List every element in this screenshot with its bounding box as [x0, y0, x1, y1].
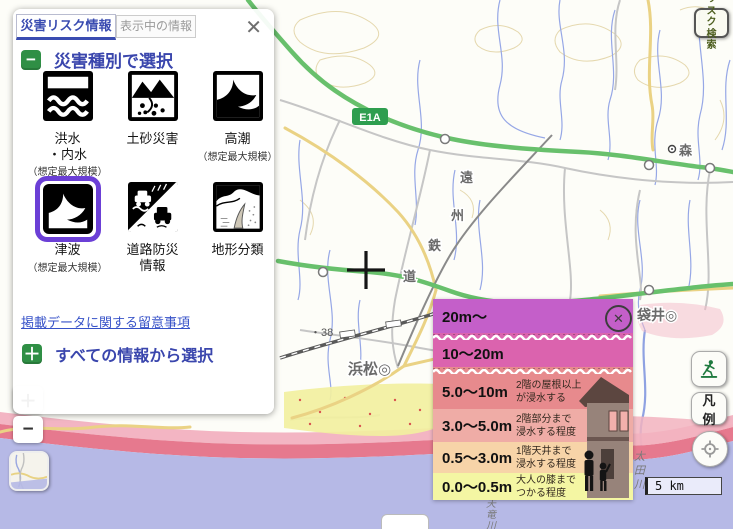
tsunami-depth-legend: 20m～ 10～20m 5.0～10m 2階の屋根以上 が浸水する 3.0～5.…	[433, 299, 633, 500]
collapse-icon[interactable]: −	[21, 50, 41, 70]
legend-range: 0.5～3.0m	[433, 447, 516, 468]
svg-text:太: 太	[634, 450, 646, 463]
running-person-icon	[698, 355, 720, 383]
road-disaster-icon	[128, 182, 178, 232]
hazard-tsunami[interactable]: 津波 （想定最大規模）	[25, 182, 110, 274]
hazard-grid: 洪水 ・内水 （想定最大規模） 土砂災害	[25, 71, 265, 274]
town-symbol-mori	[669, 146, 676, 153]
hazard-label: 地形分類	[195, 242, 280, 258]
tab-disaster-risk[interactable]: 災害リスク情報	[16, 14, 116, 40]
data-notice-link[interactable]: 掲載データに関する留意事項	[21, 312, 190, 331]
landslide-icon	[128, 71, 178, 121]
section-header: − 災害種別で選択	[21, 47, 173, 72]
svg-text:州: 州	[450, 208, 464, 223]
svg-text:遠: 遠	[460, 170, 473, 185]
legend-wave-separator	[433, 367, 633, 374]
hazard-label: 津波	[25, 242, 110, 258]
label-elevation: ・38	[310, 327, 333, 339]
hazard-label: 土砂災害	[110, 131, 195, 147]
svg-text:竜: 竜	[486, 509, 497, 521]
hazard-terrain[interactable]: 地形分類	[195, 182, 280, 274]
legend-row: 3.0～5.0m 2階部分まで 浸水する程度	[433, 409, 633, 442]
legend-close-icon[interactable]: ✕	[605, 305, 632, 332]
scale-bar: 5 km	[645, 477, 722, 495]
expand-icon[interactable]: ＋	[22, 344, 42, 364]
legend-desc: 2階の屋根以上 が浸水する	[516, 379, 582, 405]
svg-text:鉄: 鉄	[428, 238, 441, 253]
hazard-map-app: E1A 森 袋井◎ 浜松◎ ・38 遠 州 鉄 道 太 田 川 天 竜 川	[0, 0, 733, 529]
legend-row: 20m～	[433, 299, 633, 333]
legend-row: 0.0～0.5m 大人の膝まで つかる程度	[433, 473, 633, 500]
hazard-sublabel: （想定最大規模）	[25, 259, 110, 274]
gps-locate-button[interactable]	[692, 431, 728, 467]
label-hamamatsu: 浜松◎	[348, 360, 391, 378]
expressway-shield: E1A	[352, 108, 388, 125]
label-tenryu-river: 天 竜 川	[486, 499, 497, 529]
storm-surge-icon	[213, 71, 263, 121]
risk-search-button[interactable]: リスク 検索	[694, 8, 729, 38]
legend-wave-separator	[433, 333, 633, 340]
legend-desc: 大人の膝まで つかる程度	[516, 474, 576, 500]
tab-displayed-info[interactable]: 表示中の情報	[116, 15, 196, 38]
hazard-label: 洪水 ・内水	[25, 131, 110, 162]
hazard-flood[interactable]: 洪水 ・内水 （想定最大規模）	[25, 71, 110, 178]
legend-range: 10～20m	[433, 343, 516, 364]
select-all-info[interactable]: ＋ すべての情報から選択	[22, 342, 213, 366]
legend-range: 5.0～10m	[433, 381, 516, 402]
minimap-button[interactable]	[9, 451, 49, 491]
evacuation-button[interactable]	[691, 351, 727, 387]
legend-desc: 2階部分まで 浸水する程度	[516, 413, 576, 439]
hazard-label: 道路防災 情報	[110, 242, 195, 273]
svg-text:E1A: E1A	[359, 112, 380, 124]
hazard-landslide[interactable]: 土砂災害	[110, 71, 195, 178]
label-fukuroi: 袋井◎	[636, 307, 677, 323]
legend-toggle-button[interactable]: 凡例	[691, 392, 727, 425]
svg-text:道: 道	[403, 269, 416, 284]
label-mori: 森	[679, 143, 693, 158]
disaster-info-panel: 災害リスク情報 表示中の情報 ✕ − 災害種別で選択 洪水 ・内水 （想定最大規…	[13, 9, 274, 414]
terrain-icon	[213, 182, 263, 232]
hazard-sublabel: （想定最大規模）	[195, 148, 280, 163]
legend-range: 3.0～5.0m	[433, 415, 516, 436]
hazard-storm-surge[interactable]: 高潮 （想定最大規模）	[195, 71, 280, 178]
legend-row: 0.5～3.0m 1階天井まで 浸水する程度	[433, 442, 633, 473]
zoom-out-button[interactable]: −	[13, 416, 43, 443]
map-control-box[interactable]	[381, 514, 429, 529]
legend-desc: 1階天井まで 浸水する程度	[516, 445, 576, 471]
hazard-label: 高潮	[195, 131, 280, 147]
svg-text:天: 天	[486, 499, 497, 510]
legend-row: 10～20m	[433, 340, 633, 367]
minimap-thumbnail	[11, 452, 47, 490]
flood-icon	[43, 71, 93, 121]
svg-text:川: 川	[486, 521, 497, 529]
panel-close-icon[interactable]: ✕	[245, 15, 262, 40]
section-title: 災害種別で選択	[54, 47, 173, 72]
legend-range: 0.0～0.5m	[433, 476, 516, 497]
legend-row: 5.0～10m 2階の屋根以上 が浸水する	[433, 374, 633, 409]
select-all-label: すべての情報から選択	[55, 342, 213, 366]
legend-range: 20m～	[433, 306, 516, 327]
hazard-road-disaster[interactable]: 道路防災 情報	[110, 182, 195, 274]
tsunami-icon	[43, 184, 93, 234]
selected-hazard-border	[35, 176, 101, 242]
locate-icon	[699, 435, 721, 463]
